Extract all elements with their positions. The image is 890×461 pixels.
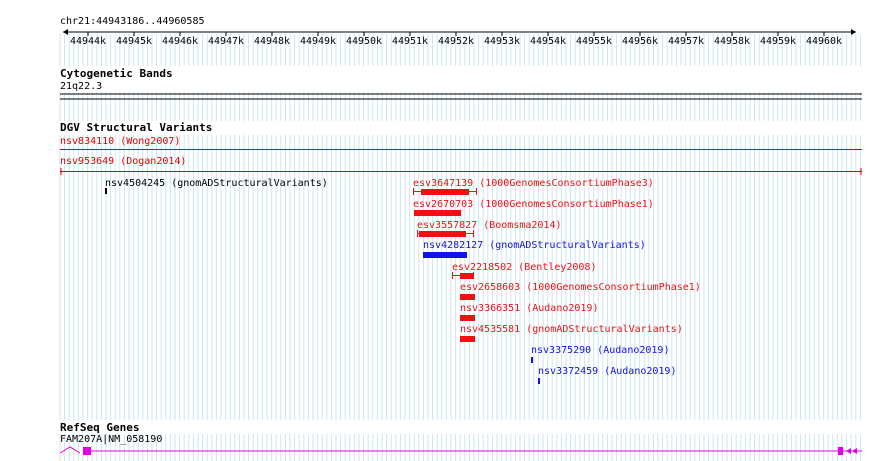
ruler-tick-label: 44951k: [392, 36, 428, 47]
gene-label[interactable]: FAM207A|NM_058190: [60, 434, 162, 445]
genome-browser-view: chr21:44943186..44960585 44944k 44945k 449…: [0, 16, 890, 461]
ruler-right-arrow-icon: [851, 29, 856, 35]
feature-nsv4535581[interactable]: [460, 336, 475, 342]
feature-label[interactable]: esv3557827 (Boomsma2014): [417, 220, 562, 231]
feature-label[interactable]: nsv4282127 (gnomADStructuralVariants): [423, 240, 646, 251]
location-label: chr21:44943186..44960585: [60, 16, 205, 27]
ruler-tick-label: 44960k: [806, 36, 842, 47]
feature-label[interactable]: esv2218502 (Bentley2008): [452, 262, 597, 273]
feature-label[interactable]: nsv3375290 (Audano2019): [531, 345, 669, 356]
feature-label[interactable]: esv2658603 (1000GenomesConsortiumPhase1): [460, 282, 701, 293]
ruler-tick-label: 44948k: [254, 36, 290, 47]
feature-esv2670703[interactable]: [414, 210, 461, 216]
dgv-track-title: DGV Structural Variants: [60, 121, 212, 134]
cytoband-track[interactable]: Cytogenetic Bands 21q22.3: [0, 66, 890, 100]
feature-esv3557827[interactable]: [419, 231, 466, 237]
feature-nsv3375290[interactable]: [531, 357, 533, 363]
feature-label[interactable]: nsv4504245 (gnomADStructuralVariants): [105, 178, 328, 189]
gene-intron-line: [59, 446, 862, 454]
cytoband-name: 21q22.3: [60, 81, 102, 92]
ruler-tick-label: 44954k: [530, 36, 566, 47]
ruler-tick-label: 44959k: [760, 36, 796, 47]
ruler-tick-label: 44957k: [668, 36, 704, 47]
feature-nsv4282127[interactable]: [423, 252, 467, 258]
feature-label[interactable]: nsv953649 (Dogan2014): [60, 156, 186, 167]
ruler-ticks: 44944k 44945k 44946k 44947k 44948k 44949k 4495…: [70, 32, 842, 47]
gene-fam207a[interactable]: [59, 446, 862, 455]
ruler-tick-label: 44945k: [116, 36, 152, 47]
feature-nsv3372459[interactable]: [538, 378, 540, 384]
ruler-track[interactable]: chr21:44943186..44960585 44944k 44945k 449…: [60, 16, 856, 47]
ruler-tick-label: 44947k: [208, 36, 244, 47]
gene-exon: [83, 447, 91, 455]
ruler-tick-label: 44950k: [346, 36, 382, 47]
ruler-tick-label: 44949k: [300, 36, 336, 47]
ruler-tick-label: 44944k: [70, 36, 106, 47]
ruler-tick-label: 44946k: [162, 36, 198, 47]
feature-label[interactable]: nsv4535581 (gnomADStructuralVariants): [460, 324, 683, 335]
feature-esv2658603[interactable]: [460, 294, 475, 300]
cytoband-track-title: Cytogenetic Bands: [60, 67, 173, 80]
feature-nsv3366351[interactable]: [460, 315, 475, 321]
feature-nsv4504245[interactable]: [105, 188, 107, 194]
feature-esv3647139[interactable]: [421, 189, 469, 195]
ruler-tick-label: 44953k: [484, 36, 520, 47]
ruler-tick-label: 44958k: [714, 36, 750, 47]
ruler-tick-label: 44952k: [438, 36, 474, 47]
feature-label[interactable]: esv2670703 (1000GenomesConsortiumPhase1): [413, 199, 654, 210]
gene-exon: [838, 447, 843, 455]
feature-label[interactable]: nsv3372459 (Audano2019): [538, 366, 676, 377]
feature-label[interactable]: nsv834110 (Wong2007): [60, 136, 180, 147]
ruler-tick-label: 44955k: [576, 36, 612, 47]
ruler-tick-label: 44956k: [622, 36, 658, 47]
feature-label[interactable]: esv3647139 (1000GenomesConsortiumPhase3): [413, 178, 654, 189]
feature-esv2218502[interactable]: [460, 273, 474, 279]
refseq-track-title: RefSeq Genes: [60, 421, 139, 434]
feature-label[interactable]: nsv3366351 (Audano2019): [460, 303, 598, 314]
ruler-left-arrow-icon: [63, 29, 68, 35]
gene-strand-arrow-icon: [852, 448, 857, 454]
